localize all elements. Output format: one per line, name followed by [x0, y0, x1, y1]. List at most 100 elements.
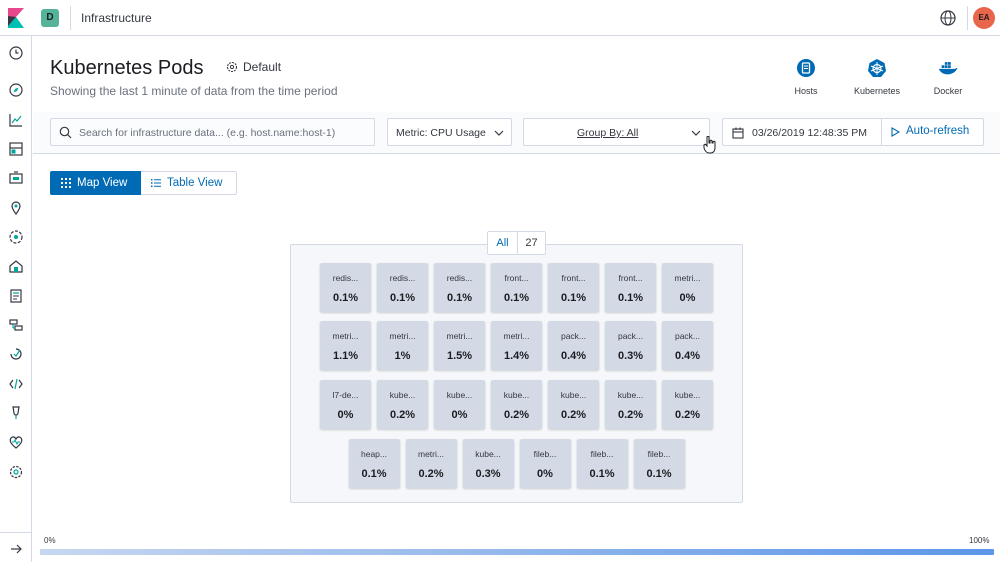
- pod-node[interactable]: kube... 0.3%: [462, 439, 514, 488]
- pod-node[interactable]: metri... 1.4%: [491, 321, 542, 370]
- dev-tools-icon[interactable]: [8, 376, 24, 392]
- search-input[interactable]: [79, 123, 369, 143]
- pod-node-name: pack...: [617, 331, 644, 341]
- pod-node-name: metri...: [389, 331, 416, 341]
- pod-node-value: 0.3%: [475, 468, 501, 480]
- pod-node[interactable]: redis... 0.1%: [434, 263, 485, 312]
- pod-node-name: front...: [504, 273, 529, 283]
- node-type-label: Hosts: [794, 86, 818, 96]
- canvas-icon[interactable]: [8, 170, 24, 186]
- date-picker[interactable]: 03/26/2019 12:48:35 PM Auto-refresh: [722, 118, 984, 146]
- map-view-button[interactable]: Map View: [50, 171, 141, 195]
- list-icon: [151, 179, 161, 187]
- collapse-arrow-icon[interactable]: [8, 541, 24, 557]
- date-value: 03/26/2019 12:48:35 PM: [752, 127, 868, 139]
- pod-node-name: kube...: [674, 390, 701, 400]
- pod-node-name: fileb...: [590, 449, 614, 459]
- docker-icon: [938, 62, 958, 75]
- pod-node[interactable]: kube... 0.2%: [377, 380, 428, 429]
- legend-min-label: 0%: [44, 536, 56, 545]
- pod-node[interactable]: pack... 0.4%: [662, 321, 713, 370]
- logs-icon[interactable]: [8, 288, 24, 304]
- uptime-icon[interactable]: [8, 346, 24, 362]
- pod-node-name: kube...: [389, 390, 416, 400]
- source-configuration-button[interactable]: Default: [226, 60, 281, 74]
- search-bar[interactable]: [50, 118, 375, 146]
- kubernetes-icon: [868, 59, 886, 77]
- node-type-kubernetes[interactable]: Kubernetes: [847, 58, 907, 96]
- pod-node[interactable]: fileb... 0.1%: [633, 439, 685, 488]
- pod-node-value: 0.1%: [503, 292, 530, 304]
- settings-icon[interactable]: [8, 464, 24, 480]
- space-avatar[interactable]: D: [41, 9, 59, 27]
- pod-node[interactable]: fileb... 0%: [519, 439, 571, 488]
- pod-node[interactable]: heap... 0.1%: [348, 439, 400, 488]
- pod-node[interactable]: fileb... 0.1%: [576, 439, 628, 488]
- pod-node-name: metri...: [418, 449, 444, 459]
- chevron-down-icon: [494, 130, 504, 136]
- gear-icon: [226, 61, 238, 73]
- apm-icon[interactable]: [8, 317, 24, 333]
- pod-node[interactable]: pack... 0.4%: [548, 321, 599, 370]
- pod-node-name: kube...: [560, 390, 587, 400]
- node-type-hosts[interactable]: Hosts: [776, 58, 836, 96]
- metric-dropdown[interactable]: Metric: CPU Usage: [387, 118, 512, 146]
- pod-node-value: 0.4%: [560, 350, 587, 362]
- pod-node[interactable]: metri... 0%: [662, 263, 713, 312]
- pod-node[interactable]: pack... 0.3%: [605, 321, 656, 370]
- pod-node-name: l7-de...: [332, 390, 359, 400]
- pod-node[interactable]: front... 0.1%: [491, 263, 542, 312]
- pod-node-value: 0%: [537, 468, 553, 480]
- maps-icon[interactable]: [8, 200, 24, 216]
- pod-node-value: 1.1%: [332, 350, 359, 362]
- pod-node[interactable]: metri... 1.5%: [434, 321, 485, 370]
- pod-node[interactable]: redis... 0.1%: [377, 263, 428, 312]
- pod-node[interactable]: kube... 0.2%: [662, 380, 713, 429]
- hosts-icon: [797, 59, 815, 77]
- legend-max-label: 100%: [969, 536, 990, 545]
- recently-viewed-icon[interactable]: [8, 45, 24, 61]
- pod-node-value: 1.4%: [503, 350, 530, 362]
- pod-node-value: 0.3%: [617, 350, 644, 362]
- pod-node[interactable]: redis... 0.1%: [320, 263, 371, 312]
- header-divider: [70, 6, 71, 30]
- dashboard-icon[interactable]: [8, 141, 24, 157]
- auto-refresh-button[interactable]: Auto-refresh: [882, 119, 983, 145]
- pod-node[interactable]: metri... 0.2%: [405, 439, 457, 488]
- heartbeat-icon[interactable]: [8, 434, 24, 450]
- side-nav: [0, 36, 32, 562]
- monitoring-icon[interactable]: [8, 405, 24, 421]
- legend-gradient-bar: [40, 549, 994, 555]
- pod-node[interactable]: metri... 1%: [377, 321, 428, 370]
- group-by-dropdown[interactable]: Group By: All: [523, 118, 710, 146]
- machine-learning-icon[interactable]: [8, 229, 24, 245]
- pod-node-name: metri...: [674, 273, 701, 283]
- pod-node-name: front...: [618, 273, 643, 283]
- pod-node[interactable]: metri... 1.1%: [320, 321, 371, 370]
- pod-node[interactable]: kube... 0.2%: [548, 380, 599, 429]
- pod-node[interactable]: l7-de... 0%: [320, 380, 371, 429]
- breadcrumb-app-title[interactable]: Infrastructure: [81, 11, 152, 25]
- table-view-button[interactable]: Table View: [141, 171, 237, 195]
- pod-node[interactable]: front... 0.1%: [548, 263, 599, 312]
- pod-node[interactable]: kube... 0.2%: [605, 380, 656, 429]
- group-name[interactable]: All: [488, 232, 518, 254]
- pod-node[interactable]: kube... 0.2%: [491, 380, 542, 429]
- group-header[interactable]: All 27: [487, 231, 546, 255]
- pod-node[interactable]: front... 0.1%: [605, 263, 656, 312]
- discover-icon[interactable]: [8, 82, 24, 98]
- pod-node-name: metri...: [503, 331, 530, 341]
- group-count: 27: [525, 237, 538, 249]
- node-type-docker[interactable]: Docker: [918, 58, 978, 96]
- kibana-logo-icon[interactable]: [6, 8, 26, 28]
- pod-node-value: 0.4%: [674, 350, 701, 362]
- header-divider-right: [967, 6, 968, 30]
- help-globe-icon[interactable]: [939, 9, 957, 27]
- pod-node-value: 0%: [337, 409, 354, 421]
- pod-node-value: 0.2%: [617, 409, 644, 421]
- pod-node[interactable]: kube... 0%: [434, 380, 485, 429]
- pod-node-name: kube...: [503, 390, 530, 400]
- infrastructure-icon[interactable]: [8, 258, 24, 274]
- visualize-icon[interactable]: [8, 112, 24, 128]
- user-avatar[interactable]: EA: [973, 7, 995, 29]
